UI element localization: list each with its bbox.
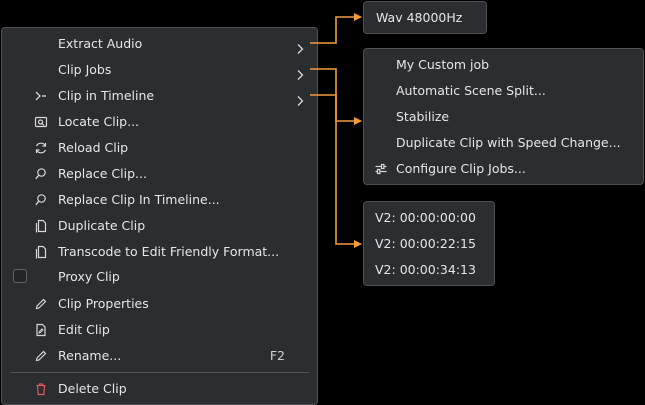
connector-extract-audio [310,13,362,44]
connector-clip-in-timeline [310,94,362,248]
submenu-connector-arrows [310,13,362,248]
